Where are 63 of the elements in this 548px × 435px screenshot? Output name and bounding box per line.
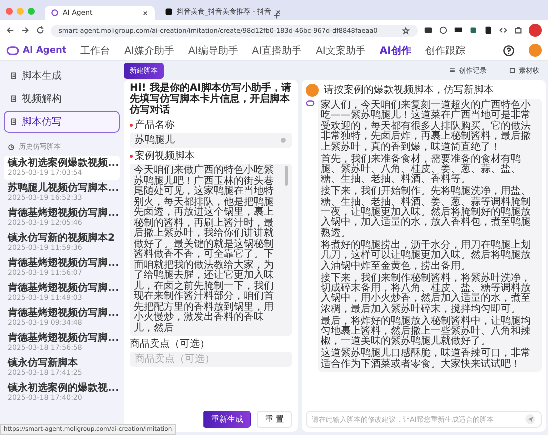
nav-link[interactable]: AI媒介助手 bbox=[124, 44, 174, 58]
user-avatar[interactable] bbox=[529, 44, 542, 57]
nav-link[interactable]: AI编导助手 bbox=[188, 44, 238, 58]
code-icon bbox=[499, 26, 508, 35]
bot-icon bbox=[306, 99, 315, 108]
reply-paragraph: 将煮好的鸭腿捞出，沥干水分，用刀在鸭腿上划几刀，这样可以让鸭腿更加入味。然后将鸭腿放入油锅中炸至金黄色，捞出备用。 bbox=[321, 240, 532, 272]
reply-paragraph: 首先，我们来准备食材，需要准备的食材有鸭腿、紫苏叶、八角、桂皮、姜、葱、蒜、盐、糖、生抽、老抽、料酒、香料等。 bbox=[321, 154, 522, 186]
send-icon bbox=[525, 414, 536, 425]
clock-icon bbox=[8, 144, 15, 150]
intro-text: Hi! 我是你的AI脚本仿写小助手，请先填写仿写脚本卡片信息，开启脚本仿写对话 bbox=[130, 84, 292, 116]
close-icon bbox=[142, 10, 149, 16]
profile-avatar[interactable] bbox=[529, 24, 542, 37]
forward-icon bbox=[21, 26, 30, 35]
history-title[interactable]: 肯德基烤翅视频仿写脚... bbox=[8, 258, 116, 269]
user-message: 请按案例的爆款视频脚本，仿写新脚本 bbox=[324, 85, 494, 96]
star-icon bbox=[402, 26, 410, 34]
reply-paragraph: 家人们，今天咱们来复刻一道超火的广西特色小吃——紫苏鸭腿儿！这道菜在广西当地可是非常受欢迎的，每天都有很多人排队购买。它的做法非常独特，先卤后炸，再裹上秘制酱料，最后撒上紫苏叶，真的香到爆，味道简直绝了！ bbox=[321, 101, 532, 154]
history-title[interactable]: 镇永初选案例爆款视频... bbox=[8, 158, 116, 169]
document-icon bbox=[10, 72, 18, 80]
history-title[interactable]: 肯德基烤翅视频仿写脚... bbox=[8, 208, 116, 219]
close-dot[interactable] bbox=[6, 8, 13, 15]
history-title[interactable]: 镇永仿写新脚本 bbox=[8, 358, 116, 369]
ring-icon bbox=[51, 9, 59, 17]
history-title[interactable]: 镇永初选案例的爆款视... bbox=[8, 383, 116, 394]
sidebar-item[interactable]: 视频解构 bbox=[4, 88, 120, 110]
app-logo: AI Agent bbox=[23, 46, 67, 56]
script-textarea[interactable]: 今天咱们来做广西的特色小吃紫苏鸭腿儿吧！广西玉林的街头巷尾随处可见，这家鸭腿在当地特别火，每天都排队，他是把鸭腿先卤透，再放进这个锅里，裹上秘制的酱料，再刷上酱汁时，最后撒上紫苏叶，我给你们讲讲就做好了。最关键的就是这锅秘制酱料做香不香，可全靠它了。下面咱就把我的做法教给大家，为了给鸭腿去腥，还让它更加入味儿，在卤之前先腌制一下，我们现在来制作酱汁料部分，咱们首先把配方里的香料放到锅里，用小火慢炒，激发出香料的香味儿，然后 bbox=[130, 164, 292, 336]
reload-icon bbox=[36, 26, 45, 35]
reply-paragraph: 最后，将炸好的鸭腿放入秘制酱料中，让鸭腿均匀地裹上酱料，然后撒上一些紫苏叶、八角和辣椒，一道美味的紫苏鸭腿儿就做好了。 bbox=[321, 316, 532, 348]
field-label: 案例视频脚本 bbox=[135, 151, 195, 162]
history-title[interactable]: 肯德基烤翅视频仿写脚... bbox=[8, 283, 116, 294]
nav-link[interactable]: 工作台 bbox=[80, 44, 111, 58]
reset-button[interactable]: 重 置 bbox=[257, 411, 292, 428]
field-label: 商品卖点（可选） bbox=[130, 339, 210, 350]
field-label: 产品名称 bbox=[135, 120, 175, 132]
history-title[interactable]: 肯德基烤翅视频仿写脚... bbox=[8, 333, 116, 344]
chat-logo-icon bbox=[6, 44, 20, 56]
reply-paragraph: 这道紫苏鸭腿儿口感酥脆，味道香辣可口，非常适合作为下酒菜或者零食。大家快来试试吧！ bbox=[321, 349, 532, 370]
close-icon bbox=[275, 8, 282, 16]
back-icon bbox=[6, 26, 15, 35]
nav-link[interactable]: 创作跟踪 bbox=[425, 44, 466, 58]
regenerate-button[interactable]: 重新生成 bbox=[203, 411, 252, 428]
zoom-dot[interactable] bbox=[28, 8, 35, 15]
sidebar-item[interactable]: 脚本仿写 bbox=[4, 111, 120, 133]
plus-icon bbox=[273, 12, 281, 20]
help-icon bbox=[503, 44, 515, 56]
document-icon bbox=[10, 118, 18, 126]
nav-link[interactable]: AI文案助手 bbox=[316, 44, 366, 58]
clear-icon bbox=[280, 137, 287, 144]
sidebar-item[interactable]: 脚本生成 bbox=[4, 65, 120, 87]
reply-paragraph: 接下来，我们来制作秘制酱料，将紫苏叶洗净，切成碎末备用，将八角、桂皮、盐、糖等调料放入锅中，用小火炒香，然后加入适量的水，煮至浓稠，最后加入紫苏叶碎末，搅拌均匀即可。 bbox=[321, 274, 532, 316]
nav-link[interactable]: AI创作 bbox=[380, 44, 412, 58]
document-icon bbox=[10, 95, 18, 103]
history-title[interactable]: 肯德基烤翅视频仿写脚... bbox=[8, 308, 116, 319]
minimize-dot[interactable] bbox=[17, 8, 24, 15]
list-icon bbox=[449, 67, 456, 74]
note-icon bbox=[165, 8, 173, 16]
history-title[interactable]: 苏鸭腿儿视频仿写脚本... bbox=[8, 183, 116, 194]
reply-paragraph: 接下来，我们开始制作。先将鸭腿洗净，用盐、糖、生抽、老抽、料酒、姜、葱、蒜等调料腌制一夜，让鸭腿更加入味。然后将腌制好的鸭腿放入锅中，加入适量的水，放入香料包，煮至鸭腿熟透。 bbox=[321, 187, 532, 240]
history-title[interactable]: 镇永仿写新的视频脚本2 bbox=[8, 233, 116, 244]
input-field[interactable]: 苏鸭腿儿 bbox=[130, 133, 292, 148]
user-avatar bbox=[306, 84, 319, 97]
nav-link[interactable]: AI直播助手 bbox=[252, 44, 302, 58]
